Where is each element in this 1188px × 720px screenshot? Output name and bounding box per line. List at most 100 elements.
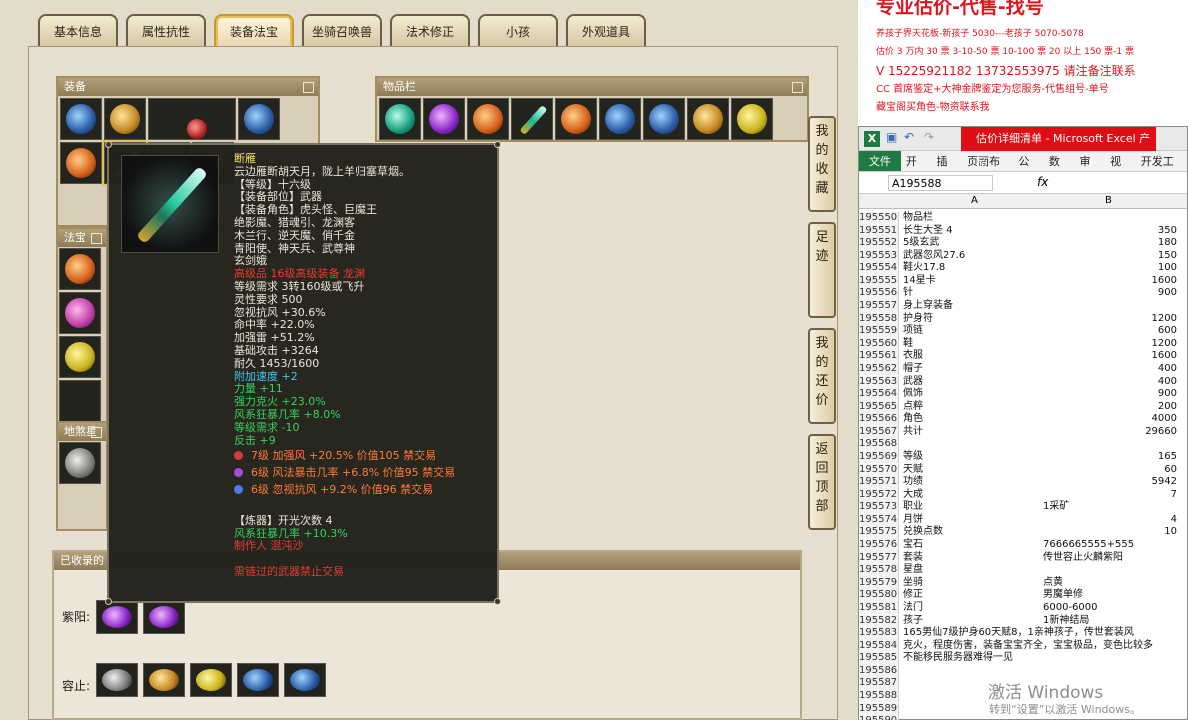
cell-b[interactable]: 180	[1043, 237, 1177, 250]
row-number[interactable]: 195568	[859, 438, 899, 451]
row-number[interactable]: 195578	[859, 564, 899, 577]
inventory-slot-5[interactable]	[555, 98, 597, 140]
row-number[interactable]: 195553	[859, 249, 899, 263]
cell-b[interactable]: 7666665555+555	[1043, 539, 1177, 552]
cell-a[interactable]: 护身符	[903, 313, 1043, 326]
rongzhi-item-5[interactable]	[284, 663, 326, 697]
cell-b[interactable]: 200	[1043, 401, 1177, 414]
row-number[interactable]: 195571	[859, 476, 899, 489]
cell-b[interactable]: 传世容止火麟紫阳	[1043, 552, 1177, 565]
undo-icon[interactable]: ↶	[904, 130, 914, 144]
tab-spells[interactable]: 法术修正	[390, 14, 470, 48]
cell-a[interactable]: 等级	[903, 451, 1043, 464]
row-number[interactable]: 195573	[859, 501, 899, 514]
my-favorites-button[interactable]: 我的收藏	[808, 116, 836, 212]
cell-b[interactable]: 900	[1043, 388, 1177, 401]
back-to-top-button[interactable]: 返回顶部	[808, 434, 836, 530]
cell-a[interactable]: 修正	[903, 589, 1043, 602]
cell-b[interactable]: 4	[1043, 514, 1177, 527]
row-number[interactable]: 195583	[859, 627, 899, 640]
row-number[interactable]: 195562	[859, 362, 899, 376]
row-number[interactable]: 195555	[859, 274, 899, 288]
tab-appearance[interactable]: 外观道具	[566, 14, 646, 48]
earth-star-slot[interactable]	[59, 442, 101, 484]
row-number[interactable]: 195566	[859, 413, 899, 426]
cell-b[interactable]: 1新神结局	[1043, 615, 1177, 628]
tab-attributes[interactable]: 属性抗性	[126, 14, 206, 48]
cell-b[interactable]: 点黄	[1043, 577, 1177, 590]
row-number[interactable]: 195565	[859, 400, 899, 414]
row-number[interactable]: 195575	[859, 526, 899, 539]
cell-a[interactable]: 针	[903, 287, 1043, 300]
cell-b[interactable]: 350	[1043, 225, 1177, 238]
row-number[interactable]: 195560	[859, 337, 899, 351]
cell-a[interactable]: 大成	[903, 489, 1043, 502]
cell-a[interactable]: 角色	[903, 413, 1043, 426]
fx-icon[interactable]: fx	[1037, 175, 1048, 189]
row-number[interactable]: 195563	[859, 375, 899, 389]
row-number[interactable]: 195574	[859, 513, 899, 527]
row-number[interactable]: 195557	[859, 300, 899, 313]
row-number[interactable]: 195577	[859, 551, 899, 565]
rongzhi-item-3[interactable]	[190, 663, 232, 697]
cell-a[interactable]: 法门	[903, 602, 1043, 615]
cell-b[interactable]: 400	[1043, 376, 1177, 389]
row-number[interactable]: 195564	[859, 388, 899, 401]
cell-a[interactable]: 5级玄武	[903, 237, 1043, 250]
cell-b[interactable]: 1采矿	[1043, 501, 1177, 514]
tab-child[interactable]: 小孩	[478, 14, 558, 48]
equip-slot-4[interactable]	[60, 142, 102, 184]
cell-a[interactable]: 物品栏	[903, 212, 1043, 225]
cell-b[interactable]: 1600	[1043, 275, 1177, 288]
cell-a[interactable]: 佩饰	[903, 388, 1043, 401]
cell-a[interactable]: 身上穿装备	[903, 300, 1043, 313]
ribbon-tab-developer[interactable]: 开发工具	[1136, 151, 1187, 189]
ziyang-item-1[interactable]	[96, 600, 138, 634]
equip-slot-2[interactable]	[104, 98, 146, 140]
cell-b[interactable]: 1200	[1043, 338, 1177, 351]
row-number[interactable]: 195581	[859, 601, 899, 615]
row-number[interactable]: 195586	[859, 664, 899, 678]
cell-a[interactable]: 不能移民服务器难得一见	[903, 652, 1043, 665]
cell-b[interactable]: 1600	[1043, 350, 1177, 363]
my-counteroffer-button[interactable]: 我的还价	[808, 328, 836, 424]
cell-a[interactable]: 14星卡	[903, 275, 1043, 288]
row-number[interactable]: 195552	[859, 237, 899, 250]
inventory-slot-2[interactable]	[423, 98, 465, 140]
treasure-slot-2[interactable]	[59, 292, 101, 334]
ribbon-tab-insert[interactable]: 插入	[931, 151, 962, 189]
inventory-slot-4[interactable]	[511, 98, 553, 140]
cell-b[interactable]: 4000	[1043, 413, 1177, 426]
tab-equipment[interactable]: 装备法宝	[214, 14, 294, 48]
cell-a[interactable]: 武器忽风27.6	[903, 250, 1043, 263]
cell-a[interactable]: 帽子	[903, 363, 1043, 376]
cell-b[interactable]: 6000-6000	[1043, 602, 1177, 615]
cell-a[interactable]: 165男仙7级护身60天赋8，1亲神孩子，传世套装风	[903, 627, 1134, 640]
cell-a[interactable]: 共计	[903, 426, 1043, 439]
cell-a[interactable]: 星盘	[903, 564, 1043, 577]
redo-icon[interactable]: ↷	[924, 130, 934, 144]
row-number[interactable]: 195556	[859, 287, 899, 300]
ribbon-tab-formulas[interactable]: 公式	[1013, 151, 1044, 189]
row-number[interactable]: 195582	[859, 614, 899, 627]
row-number[interactable]: 195559	[859, 325, 899, 338]
rongzhi-item-2[interactable]	[143, 663, 185, 697]
cell-a[interactable]: 职业	[903, 501, 1043, 514]
ribbon-tab-page-layout[interactable]: 页面布局	[962, 151, 1013, 189]
inventory-slot-8[interactable]	[687, 98, 729, 140]
row-number[interactable]: 195567	[859, 425, 899, 439]
row-number[interactable]: 195576	[859, 539, 899, 552]
cell-b[interactable]: 7	[1043, 489, 1177, 502]
cell-a[interactable]: 鞋火17.8	[903, 262, 1043, 275]
row-number[interactable]: 195569	[859, 450, 899, 464]
cell-a[interactable]: 点粹	[903, 401, 1043, 414]
row-number[interactable]: 195579	[859, 576, 899, 590]
cell-a[interactable]: 衣服	[903, 350, 1043, 363]
treasure-slot-4[interactable]	[59, 380, 101, 422]
cell-b[interactable]: 男魔单修	[1043, 589, 1177, 602]
cell-a[interactable]: 宝石	[903, 539, 1043, 552]
cell-b[interactable]: 100	[1043, 262, 1177, 275]
cell-b[interactable]: 60	[1043, 464, 1177, 477]
inventory-slot-6[interactable]	[599, 98, 641, 140]
cell-a[interactable]: 鞋	[903, 338, 1043, 351]
